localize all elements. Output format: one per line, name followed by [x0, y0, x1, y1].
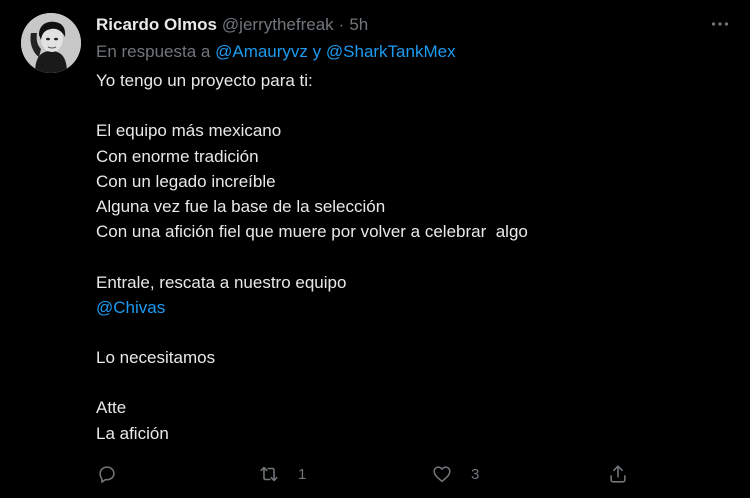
like-button[interactable]: 3 [431, 462, 479, 486]
tweet-text: Yo tengo un proyecto para ti: El equipo … [96, 68, 716, 446]
tweet-line: Yo tengo un proyecto para ti: [96, 71, 313, 90]
heart-icon [433, 466, 451, 483]
retweet-button[interactable]: 1 [258, 462, 306, 486]
tweet-line: La afición [96, 423, 169, 443]
retweet-icon [260, 466, 278, 482]
more-button[interactable] [706, 12, 734, 36]
tweet-line: Con un legado increíble [96, 171, 276, 191]
tweet-line [96, 370, 716, 395]
timestamp[interactable]: 5h [349, 15, 368, 35]
tweet-line [96, 93, 716, 118]
action-bar: 1 3 [96, 462, 636, 486]
avatar[interactable] [21, 13, 81, 73]
more-icon [711, 22, 729, 26]
tweet-header: Ricardo Olmos @jerrythefreak · 5h [96, 14, 368, 36]
tweet[interactable]: Ricardo Olmos @jerrythefreak · 5h En res… [0, 0, 750, 498]
tweet-line: Lo necesitamos [96, 348, 216, 368]
avatar-image [21, 13, 81, 73]
author-handle[interactable]: @jerrythefreak [222, 15, 334, 35]
tweet-line [96, 244, 716, 269]
reply-prefix: En respuesta a [96, 42, 211, 61]
share-icon [610, 465, 626, 483]
like-count: 3 [471, 465, 480, 483]
retweet-count: 1 [298, 465, 307, 483]
tweet-line: Con una afición fiel que muere por volve… [96, 222, 528, 242]
tweet-line: Con enorme tradición [96, 146, 259, 166]
tweet-line: El equipo más mexicano [96, 121, 282, 141]
tweet-line: Entrale, rescata a nuestro equipo [96, 272, 347, 292]
tweet-line [96, 320, 716, 345]
mention-sharktankmex[interactable]: @SharkTankMex [326, 42, 456, 61]
share-button[interactable] [607, 462, 629, 486]
author-name[interactable]: Ricardo Olmos [96, 15, 217, 35]
mention-amauryvz[interactable]: @Amauryvz [215, 42, 308, 61]
replying-to: En respuesta a @Amauryvz y @SharkTankMex [96, 42, 456, 62]
tweet-line: Alguna vez fue la base de la selección [96, 196, 386, 216]
reply-button[interactable] [96, 462, 118, 486]
reply-icon [99, 466, 115, 483]
reply-conjunction: y [312, 42, 322, 61]
separator-dot: · [338, 15, 345, 34]
tweet-line: Atte [96, 398, 127, 418]
mention-chivas[interactable]: @Chivas [96, 295, 716, 320]
